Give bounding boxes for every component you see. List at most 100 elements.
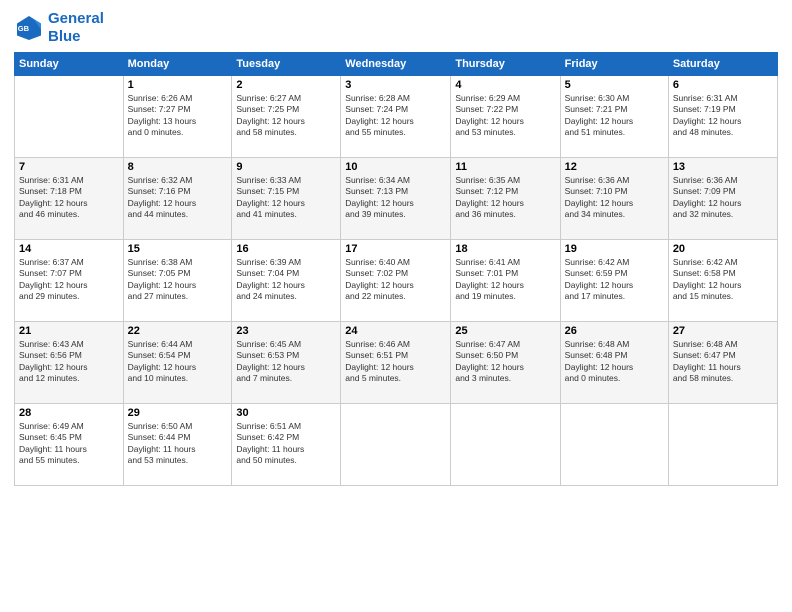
day-number: 1	[128, 79, 228, 91]
calendar-cell: 28 Sunrise: 6:49 AM Sunset: 6:45 PM Dayli…	[15, 404, 124, 486]
week-row-2: 7 Sunrise: 6:31 AM Sunset: 7:18 PM Daylig…	[15, 158, 778, 240]
cell-info: Sunrise: 6:43 AM Sunset: 6:56 PM Dayligh…	[19, 339, 119, 385]
calendar-cell: 20Sunrise: 6:42 AM Sunset: 6:58 PM Dayli…	[668, 240, 777, 322]
cell-info: Sunrise: 6:49 AM Sunset: 6:45 PM Dayligh…	[19, 421, 119, 467]
weekday-header-friday: Friday	[560, 53, 668, 76]
cell-info: Sunrise: 6:28 AM Sunset: 7:24 PM Dayligh…	[345, 93, 446, 139]
day-number: 11	[455, 161, 555, 173]
cell-info: Sunrise: 6:36 AM Sunset: 7:10 PM Dayligh…	[565, 175, 664, 221]
day-number: 7	[19, 161, 119, 173]
cell-info: Sunrise: 6:39 AM Sunset: 7:04 PM Dayligh…	[236, 257, 336, 303]
weekday-header-saturday: Saturday	[668, 53, 777, 76]
week-row-3: 14 Sunrise: 6:37 AM Sunset: 7:07 PM Dayli…	[15, 240, 778, 322]
weekday-header-sunday: Sunday	[15, 53, 124, 76]
logo: GB General Blue	[14, 10, 104, 46]
day-number: 22	[128, 325, 228, 337]
calendar-cell	[560, 404, 668, 486]
logo-icon: GB	[14, 13, 44, 43]
cell-info: Sunrise: 6:31 AM Sunset: 7:18 PM Dayligh…	[19, 175, 119, 221]
calendar-cell: 3 Sunrise: 6:28 AM Sunset: 7:24 PM Daylig…	[341, 76, 451, 158]
day-number: 14	[19, 243, 119, 255]
day-number: 24	[345, 325, 446, 337]
cell-info: Sunrise: 6:51 AM Sunset: 6:42 PM Dayligh…	[236, 421, 336, 467]
day-number: 8	[128, 161, 228, 173]
calendar-cell: 23Sunrise: 6:45 AM Sunset: 6:53 PM Dayli…	[232, 322, 341, 404]
day-number: 10	[345, 161, 446, 173]
calendar-cell: 18Sunrise: 6:41 AM Sunset: 7:01 PM Dayli…	[451, 240, 560, 322]
logo-text: General Blue	[48, 10, 104, 46]
calendar: SundayMondayTuesdayWednesdayThursdayFrid…	[14, 52, 778, 486]
weekday-header-row: SundayMondayTuesdayWednesdayThursdayFrid…	[15, 53, 778, 76]
calendar-cell: 9 Sunrise: 6:33 AM Sunset: 7:15 PM Daylig…	[232, 158, 341, 240]
calendar-cell: 2 Sunrise: 6:27 AM Sunset: 7:25 PM Daylig…	[232, 76, 341, 158]
cell-info: Sunrise: 6:40 AM Sunset: 7:02 PM Dayligh…	[345, 257, 446, 303]
calendar-cell	[341, 404, 451, 486]
calendar-cell: 7 Sunrise: 6:31 AM Sunset: 7:18 PM Daylig…	[15, 158, 124, 240]
calendar-cell: 13 Sunrise: 6:36 AM Sunset: 7:09 PM Dayli…	[668, 158, 777, 240]
day-number: 27	[673, 325, 773, 337]
calendar-cell: 15Sunrise: 6:38 AM Sunset: 7:05 PM Dayli…	[123, 240, 232, 322]
calendar-cell: 8 Sunrise: 6:32 AM Sunset: 7:16 PM Daylig…	[123, 158, 232, 240]
cell-info: Sunrise: 6:29 AM Sunset: 7:22 PM Dayligh…	[455, 93, 555, 139]
day-number: 3	[345, 79, 446, 91]
day-number: 25	[455, 325, 555, 337]
day-number: 9	[236, 161, 336, 173]
weekday-header-tuesday: Tuesday	[232, 53, 341, 76]
calendar-cell: 5Sunrise: 6:30 AM Sunset: 7:21 PM Daylig…	[560, 76, 668, 158]
day-number: 18	[455, 243, 555, 255]
calendar-cell: 21Sunrise: 6:43 AM Sunset: 6:56 PM Dayli…	[15, 322, 124, 404]
day-number: 13	[673, 161, 773, 173]
day-number: 2	[236, 79, 336, 91]
cell-info: Sunrise: 6:50 AM Sunset: 6:44 PM Dayligh…	[128, 421, 228, 467]
calendar-cell	[451, 404, 560, 486]
calendar-cell: 4 Sunrise: 6:29 AM Sunset: 7:22 PM Daylig…	[451, 76, 560, 158]
weekday-header-thursday: Thursday	[451, 53, 560, 76]
calendar-cell: 22 Sunrise: 6:44 AM Sunset: 6:54 PM Dayli…	[123, 322, 232, 404]
week-row-4: 21Sunrise: 6:43 AM Sunset: 6:56 PM Dayli…	[15, 322, 778, 404]
calendar-cell: 26 Sunrise: 6:48 AM Sunset: 6:48 PM Dayli…	[560, 322, 668, 404]
calendar-cell: 19 Sunrise: 6:42 AM Sunset: 6:59 PM Dayli…	[560, 240, 668, 322]
calendar-cell: 25 Sunrise: 6:47 AM Sunset: 6:50 PM Dayli…	[451, 322, 560, 404]
header: GB General Blue	[14, 10, 778, 46]
cell-info: Sunrise: 6:31 AM Sunset: 7:19 PM Dayligh…	[673, 93, 773, 139]
weekday-header-wednesday: Wednesday	[341, 53, 451, 76]
calendar-cell	[15, 76, 124, 158]
cell-info: Sunrise: 6:26 AM Sunset: 7:27 PM Dayligh…	[128, 93, 228, 139]
cell-info: Sunrise: 6:44 AM Sunset: 6:54 PM Dayligh…	[128, 339, 228, 385]
calendar-cell: 11 Sunrise: 6:35 AM Sunset: 7:12 PM Dayli…	[451, 158, 560, 240]
cell-info: Sunrise: 6:34 AM Sunset: 7:13 PM Dayligh…	[345, 175, 446, 221]
calendar-cell: 29Sunrise: 6:50 AM Sunset: 6:44 PM Dayli…	[123, 404, 232, 486]
day-number: 12	[565, 161, 664, 173]
day-number: 6	[673, 79, 773, 91]
day-number: 23	[236, 325, 336, 337]
calendar-cell: 27 Sunrise: 6:48 AM Sunset: 6:47 PM Dayli…	[668, 322, 777, 404]
week-row-1: 1 Sunrise: 6:26 AM Sunset: 7:27 PM Daylig…	[15, 76, 778, 158]
cell-info: Sunrise: 6:32 AM Sunset: 7:16 PM Dayligh…	[128, 175, 228, 221]
cell-info: Sunrise: 6:42 AM Sunset: 6:59 PM Dayligh…	[565, 257, 664, 303]
cell-info: Sunrise: 6:37 AM Sunset: 7:07 PM Dayligh…	[19, 257, 119, 303]
cell-info: Sunrise: 6:47 AM Sunset: 6:50 PM Dayligh…	[455, 339, 555, 385]
day-number: 19	[565, 243, 664, 255]
calendar-cell: 24 Sunrise: 6:46 AM Sunset: 6:51 PM Dayli…	[341, 322, 451, 404]
calendar-cell: 10 Sunrise: 6:34 AM Sunset: 7:13 PM Dayli…	[341, 158, 451, 240]
day-number: 17	[345, 243, 446, 255]
cell-info: Sunrise: 6:48 AM Sunset: 6:48 PM Dayligh…	[565, 339, 664, 385]
cell-info: Sunrise: 6:33 AM Sunset: 7:15 PM Dayligh…	[236, 175, 336, 221]
cell-info: Sunrise: 6:35 AM Sunset: 7:12 PM Dayligh…	[455, 175, 555, 221]
calendar-cell: 30Sunrise: 6:51 AM Sunset: 6:42 PM Dayli…	[232, 404, 341, 486]
svg-text:GB: GB	[18, 24, 30, 33]
day-number: 16	[236, 243, 336, 255]
calendar-cell: 6 Sunrise: 6:31 AM Sunset: 7:19 PM Daylig…	[668, 76, 777, 158]
calendar-cell: 12 Sunrise: 6:36 AM Sunset: 7:10 PM Dayli…	[560, 158, 668, 240]
cell-info: Sunrise: 6:36 AM Sunset: 7:09 PM Dayligh…	[673, 175, 773, 221]
cell-info: Sunrise: 6:27 AM Sunset: 7:25 PM Dayligh…	[236, 93, 336, 139]
cell-info: Sunrise: 6:46 AM Sunset: 6:51 PM Dayligh…	[345, 339, 446, 385]
week-row-5: 28 Sunrise: 6:49 AM Sunset: 6:45 PM Dayli…	[15, 404, 778, 486]
page: GB General Blue SundayMondayTuesdayWedne…	[0, 0, 792, 612]
day-number: 26	[565, 325, 664, 337]
day-number: 28	[19, 407, 119, 419]
day-number: 4	[455, 79, 555, 91]
calendar-cell: 17 Sunrise: 6:40 AM Sunset: 7:02 PM Dayli…	[341, 240, 451, 322]
cell-info: Sunrise: 6:48 AM Sunset: 6:47 PM Dayligh…	[673, 339, 773, 385]
day-number: 5	[565, 79, 664, 91]
